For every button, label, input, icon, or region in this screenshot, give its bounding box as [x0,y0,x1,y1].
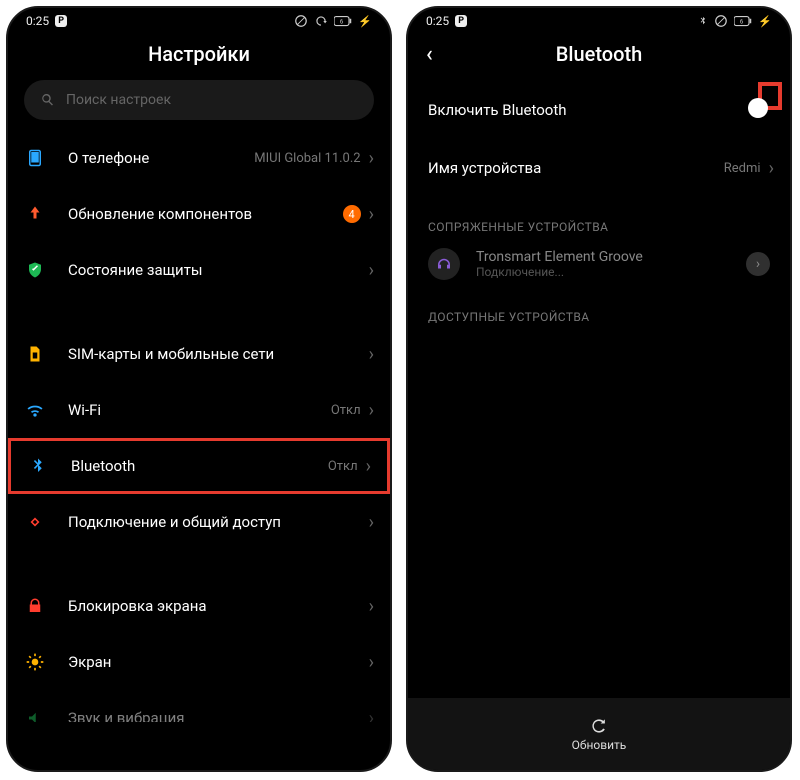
row-display[interactable]: Экран › [8,634,390,690]
highlight-box [758,82,782,110]
battery-icon: 6 [734,15,752,27]
row-wifi[interactable]: Wi-Fi Откл › [8,382,390,438]
status-icons: 6 ⚡ [294,14,372,28]
row-sim[interactable]: SIM-карты и мобильные сети › [8,326,390,382]
update-icon [24,203,46,225]
row-about-phone[interactable]: О телефоне MIUI Global 11.0.2 › [8,130,390,186]
refresh-label: Обновить [572,738,627,752]
bluetooth-status-icon [698,14,708,28]
row-label: Обновление компонентов [68,205,343,223]
chevron-right-icon: › [369,652,374,673]
page-title: Настройки [8,30,390,80]
row-value: MIUI Global 11.0.2 [254,151,360,166]
chevron-right-icon: › [369,596,374,617]
share-icon [24,511,46,533]
row-value: Откл [331,403,361,418]
row-value: Откл [328,459,358,474]
section-available-devices: ДОСТУПНЫЕ УСТРОЙСТВА [408,286,790,332]
chevron-right-icon: › [369,708,374,723]
bluetooth-icon [27,455,49,477]
shield-icon [24,259,46,281]
status-time: 0:25 [26,14,49,28]
dnd-icon [294,14,308,28]
dnd-icon [714,14,728,28]
row-bluetooth[interactable]: Bluetooth Откл › [8,438,390,494]
chevron-right-icon: › [369,512,374,533]
search-icon [40,92,56,108]
lock-icon [24,595,46,617]
chevron-right-icon: › [369,344,374,365]
chevron-right-icon: › [369,400,374,421]
paired-device-row[interactable]: Tronsmart Element Groove Подключение... … [408,242,790,286]
paired-device-status: Подключение... [476,265,730,279]
page-title-text: Bluetooth [556,42,642,66]
row-enable-bluetooth[interactable]: Включить Bluetooth [408,80,790,140]
row-label: Подключение и общий доступ [68,513,369,531]
status-bar: 0:25 P 6 ⚡ [408,8,790,30]
svg-text:6: 6 [740,18,744,25]
row-label: Звук и вибрация [68,709,369,722]
row-label: Экран [68,653,369,671]
sound-icon [24,707,46,722]
row-label: Блокировка экрана [68,597,369,615]
page-title: ‹ Bluetooth [408,30,790,80]
row-label: Включить Bluetooth [428,101,774,119]
status-icons: 6 ⚡ [698,14,772,28]
phone-info-icon [24,147,46,169]
settings-list: О телефоне MIUI Global 11.0.2 › Обновлен… [8,130,390,722]
alarm-off-icon [314,14,328,28]
row-security[interactable]: Состояние защиты › [8,242,390,298]
row-label: Wi-Fi [68,401,331,419]
headphones-icon [428,248,460,280]
back-button[interactable]: ‹ [426,44,433,66]
row-tethering[interactable]: Подключение и общий доступ › [8,494,390,550]
row-value: Redmi [724,161,761,176]
status-bar: 0:25 P 6 ⚡ [8,8,390,30]
refresh-icon [589,716,609,736]
row-updates[interactable]: Обновление компонентов 4 › [8,186,390,242]
android-p-icon: P [455,15,467,27]
search-placeholder: Поиск настроек [66,92,171,108]
row-device-name[interactable]: Имя устройства Redmi › [408,140,790,196]
svg-text:6: 6 [340,18,344,25]
row-lockscreen[interactable]: Блокировка экрана › [8,578,390,634]
sun-icon [24,651,46,673]
paired-device-name: Tronsmart Element Groove [476,249,730,265]
row-label: О телефоне [68,149,254,167]
status-time: 0:25 [426,14,449,28]
phone-settings: 0:25 P 6 ⚡ Настройки Поиск настроек О те… [6,6,392,772]
row-label: Bluetooth [71,457,328,475]
device-details-button[interactable]: › [746,252,770,276]
search-input[interactable]: Поиск настроек [24,80,374,120]
row-sound[interactable]: Звук и вибрация › [8,690,390,722]
battery-icon: 6 [334,15,352,27]
update-badge: 4 [343,205,361,223]
refresh-button[interactable]: Обновить [408,698,790,770]
row-label: Имя устройства [428,159,724,177]
row-label: SIM-карты и мобильные сети [68,345,369,363]
section-paired-devices: СОПРЯЖЕННЫЕ УСТРОЙСТВА [408,196,790,242]
chevron-right-icon: › [369,148,374,169]
chevron-right-icon: › [369,260,374,281]
android-p-icon: P [55,15,67,27]
charging-icon: ⚡ [358,15,372,28]
chevron-right-icon: › [366,456,371,477]
row-label: Состояние защиты [68,261,369,279]
sim-icon [24,343,46,365]
phone-bluetooth: 0:25 P 6 ⚡ ‹ Bluetooth Включить Bluetoot… [406,6,792,772]
charging-icon: ⚡ [758,15,772,28]
chevron-right-icon: › [769,158,774,179]
wifi-icon [24,399,46,421]
chevron-right-icon: › [369,204,374,225]
